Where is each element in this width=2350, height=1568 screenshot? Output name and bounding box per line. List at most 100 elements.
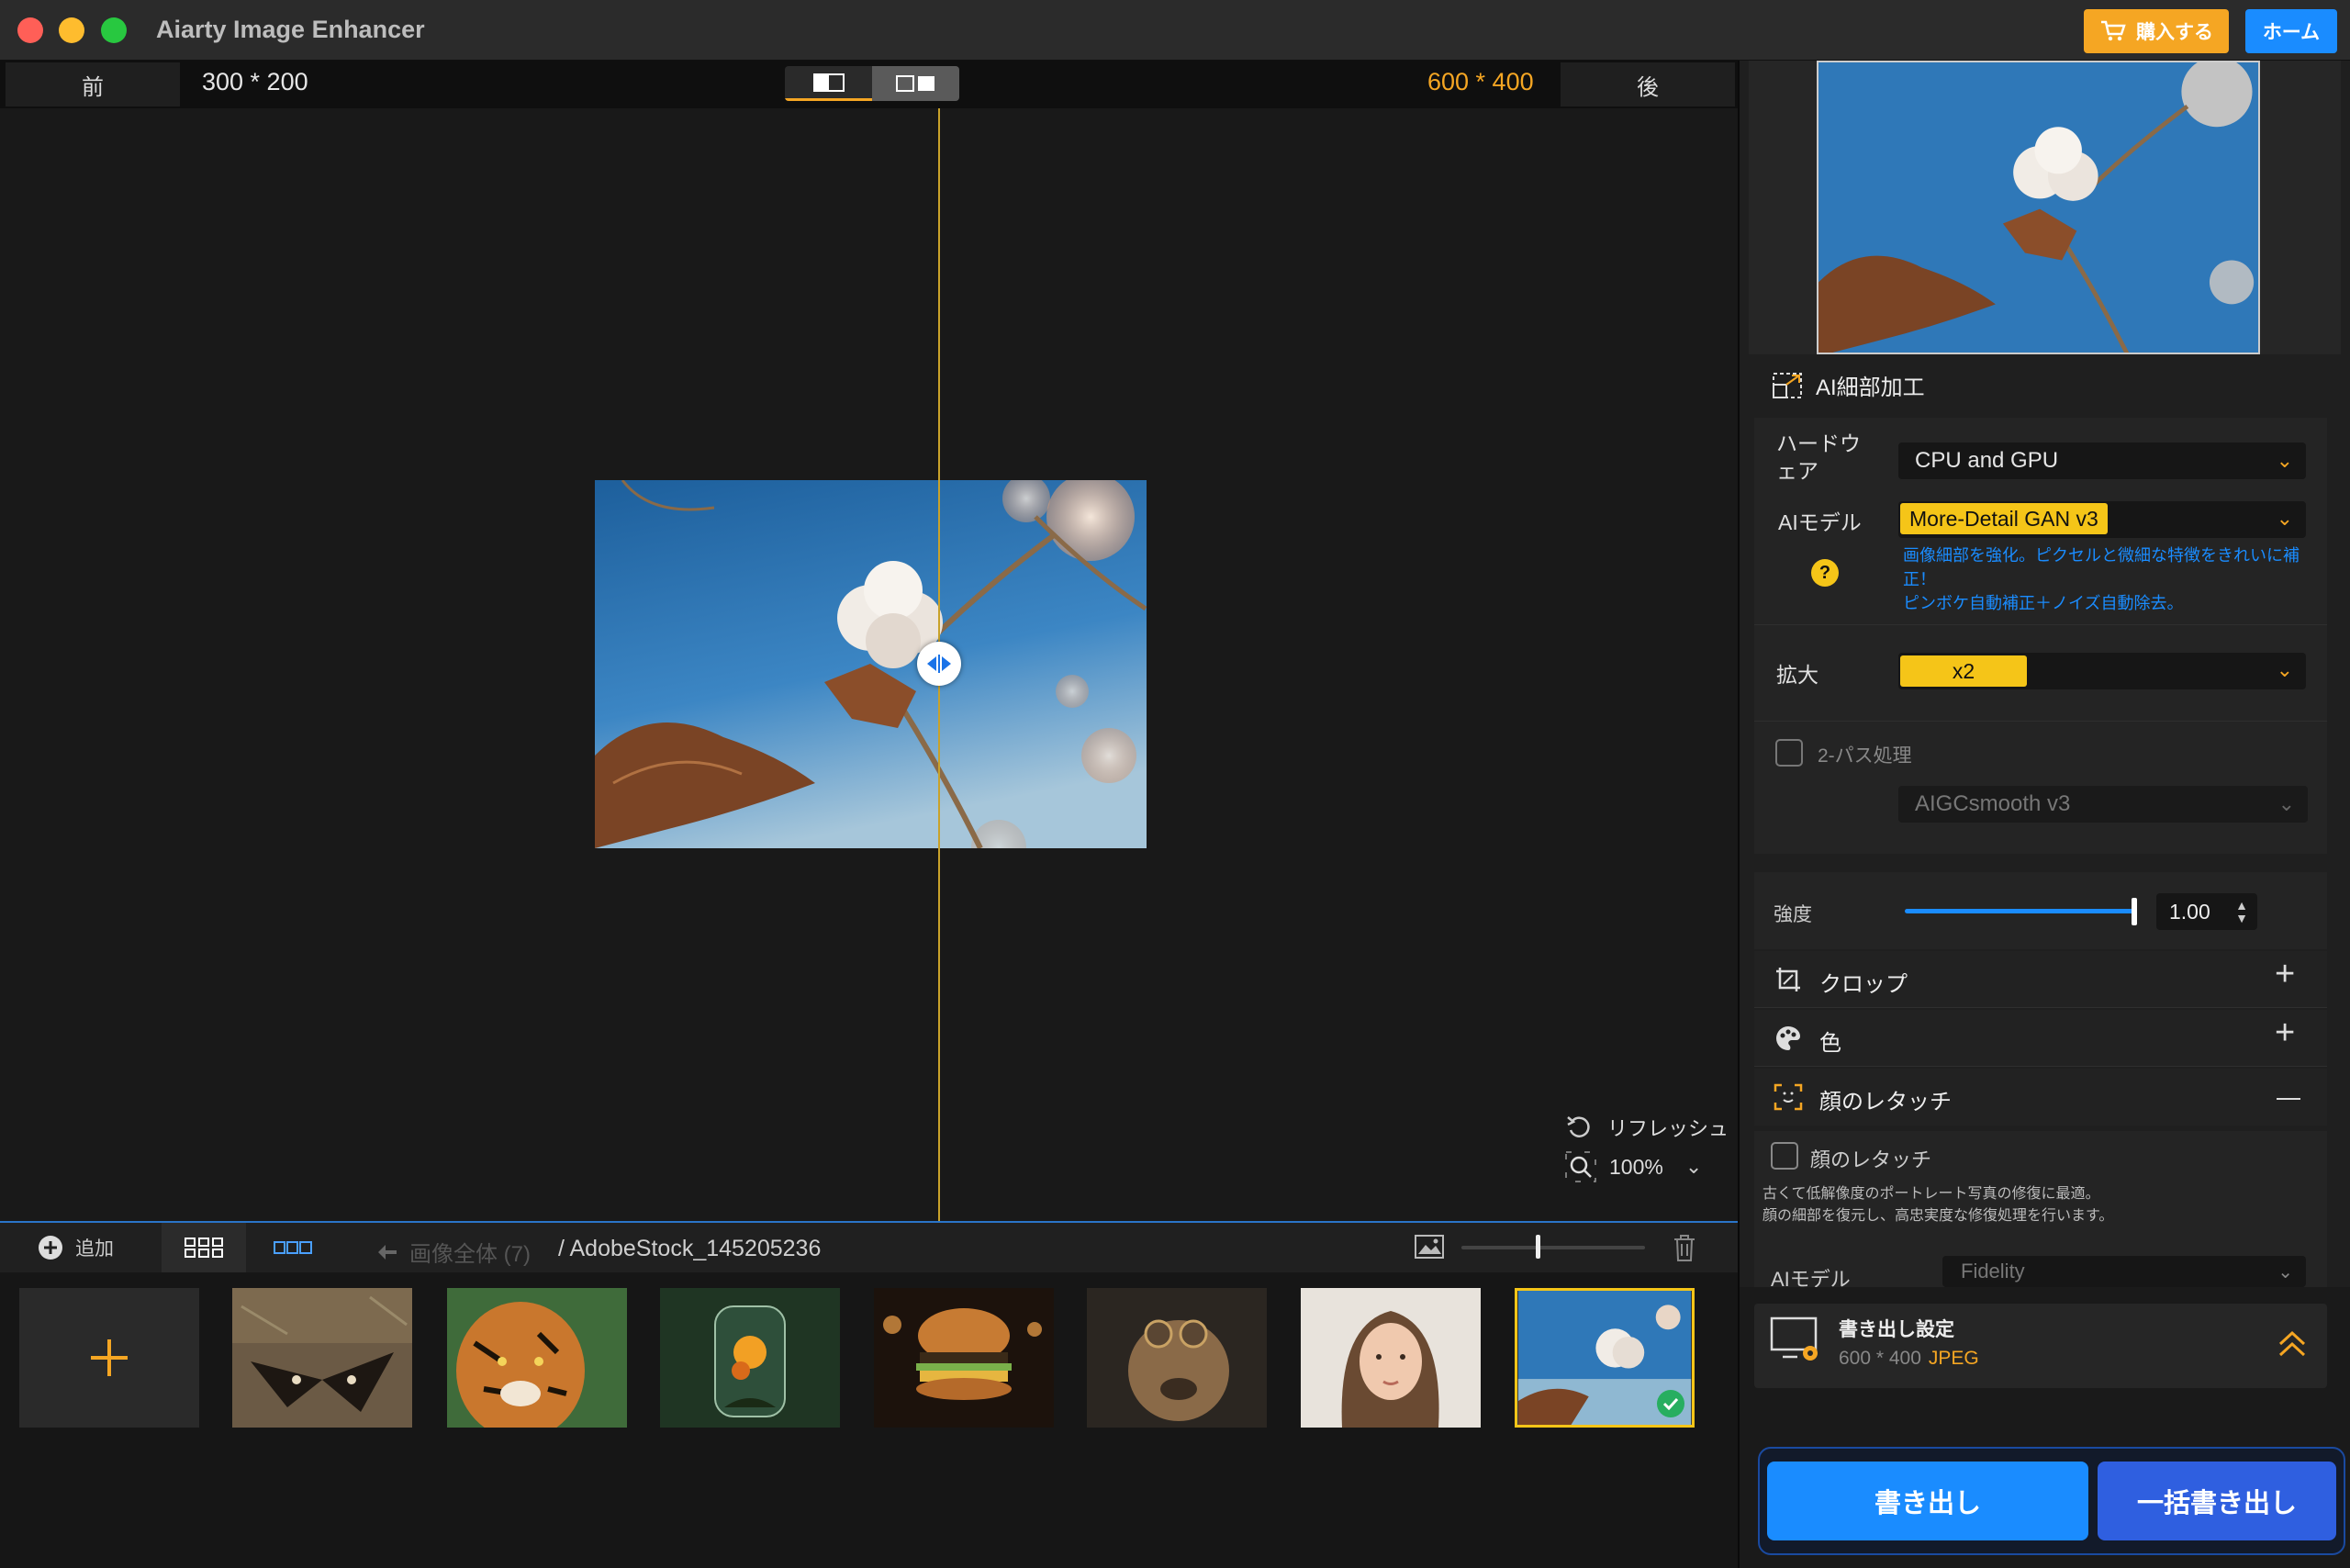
home-button[interactable]: ホーム	[2245, 9, 2337, 53]
two-pass-checkbox[interactable]	[1775, 739, 1803, 767]
buy-button[interactable]: 購入する	[2084, 9, 2229, 53]
ai-model-value: More-Detail GAN v3	[1900, 503, 2108, 534]
scale-select[interactable]: x2 ⌄	[1898, 653, 2306, 689]
ai-model-label: AIモデル	[1778, 510, 1862, 534]
expand-plus-icon[interactable]: +	[2275, 1014, 2295, 1053]
thumbnail-portrait[interactable]	[1301, 1288, 1481, 1428]
cotton-flower-image	[595, 480, 1147, 848]
batch-export-button[interactable]: 一括書き出し	[2098, 1462, 2336, 1540]
face-retouch-check-label: 顔のレタッチ	[1810, 1148, 1932, 1171]
trash-icon[interactable]	[1672, 1233, 1697, 1267]
ai-model-select[interactable]: More-Detail GAN v3 ⌄	[1898, 501, 2306, 538]
thumbnail-size-thumb[interactable]	[1536, 1235, 1540, 1259]
back-arrow-icon	[378, 1244, 397, 1260]
face-model-value: Fidelity	[1961, 1260, 2025, 1282]
after-tab[interactable]: 後	[1561, 62, 1735, 106]
export-format: JPEG	[1928, 1348, 1979, 1369]
add-button[interactable]: 追加	[37, 1234, 114, 1261]
two-pass-label: 2-パス処理	[1818, 745, 1912, 767]
crop-label: クロップ	[1819, 972, 1908, 997]
minimize-window-button[interactable]	[59, 17, 84, 43]
view-mode-toggle[interactable]	[785, 66, 959, 101]
crop-icon	[1774, 966, 1802, 998]
zoom-chevron-icon: ⌄	[1684, 1155, 1703, 1178]
after-dimensions: 600 * 400	[1427, 68, 1534, 95]
divider	[1754, 721, 2327, 722]
compare-handle[interactable]	[917, 642, 961, 686]
enhance-icon	[1773, 372, 1802, 398]
face-model-select[interactable]: Fidelity ⌄	[1942, 1256, 2306, 1287]
export-settings-title: 書き出し設定	[1839, 1319, 1954, 1340]
collapse-minus-icon[interactable]	[2277, 1098, 2300, 1100]
drag-arrows-icon	[927, 655, 951, 673]
app-title: Aiarty Image Enhancer	[156, 16, 425, 43]
refresh-control[interactable]: リフレッシュ	[1565, 1113, 1729, 1142]
buy-button-label: 購入する	[2136, 22, 2213, 43]
thumbnail-dog[interactable]	[1087, 1288, 1267, 1428]
hardware-select[interactable]: CPU and GPU ⌄	[1898, 442, 2306, 479]
add-circle-icon	[39, 1236, 62, 1260]
preview-image	[595, 480, 1147, 848]
strip-view-icon	[274, 1241, 312, 1254]
strength-stepper[interactable]: 1.00 ▲ ▼	[2156, 893, 2257, 930]
thumbnail-tiger[interactable]	[447, 1288, 627, 1428]
grid-view-button[interactable]	[162, 1223, 246, 1272]
refresh-icon	[1567, 1116, 1590, 1137]
grid-view-icon	[185, 1238, 223, 1258]
chevron-up-double-icon[interactable]	[2277, 1329, 2308, 1363]
hardware-value: CPU and GPU	[1915, 448, 2059, 473]
navigator-thumbnail[interactable]	[1817, 61, 2260, 354]
thumbnail-cotton-selected[interactable]	[1515, 1288, 1695, 1428]
ai-model-desc-line1: 画像細部を強化。ピクセルと微細な特徴をきれいに補正！	[1903, 546, 2300, 588]
thumbnail-terrarium[interactable]	[660, 1288, 840, 1428]
split-view-button[interactable]	[785, 66, 872, 101]
scale-label: 拡大	[1776, 663, 1818, 687]
zoom-control[interactable]: 100% ⌄	[1565, 1151, 1702, 1182]
add-label: 追加	[75, 1238, 114, 1260]
ai-detail-title: AI細部加工	[1816, 375, 1925, 400]
two-pass-model-value: AIGCsmooth v3	[1915, 791, 2071, 816]
help-icon[interactable]: ?	[1811, 559, 1839, 587]
strength-slider[interactable]	[1905, 909, 2136, 913]
thumbnail-size-slider[interactable]	[1461, 1246, 1645, 1249]
chevron-down-icon: ⌄	[2277, 792, 2295, 815]
face-scan-icon	[1774, 1083, 1803, 1115]
before-tab[interactable]: 前	[6, 62, 180, 106]
strength-label: 強度	[1774, 904, 1812, 925]
face-desc-line2: 顔の細部を復元し、高忠実度な修復処理を行います。	[1762, 1208, 2114, 1224]
export-settings-summary: 600 * 400 JPEG	[1839, 1348, 1979, 1370]
side-by-side-icon	[895, 75, 934, 92]
ai-detail-header: AI細部加工	[1772, 369, 1925, 401]
before-dimensions: 300 * 200	[202, 68, 308, 95]
hardware-label: ハードウェア	[1776, 431, 1861, 483]
ai-model-desc-line2: ピンボケ自動補正＋ノイズ自動除去。	[1903, 594, 2184, 612]
expand-plus-icon[interactable]: +	[2275, 955, 2295, 994]
export-button[interactable]: 書き出し	[1767, 1462, 2088, 1540]
stepper-arrows-icon[interactable]: ▲ ▼	[2235, 899, 2248, 924]
strip-view-button[interactable]	[257, 1223, 329, 1272]
two-pass-model-select[interactable]: AIGCsmooth v3 ⌄	[1898, 786, 2308, 823]
thumbnail-butterfly[interactable]	[232, 1288, 412, 1428]
close-window-button[interactable]	[17, 17, 43, 43]
refresh-label: リフレッシュ	[1607, 1117, 1729, 1140]
thumbnail-burger[interactable]	[874, 1288, 1054, 1428]
cart-icon	[2101, 20, 2126, 41]
plus-icon	[91, 1339, 128, 1376]
scale-value: x2	[1900, 655, 2027, 687]
face-desc-line1: 古くて低解像度のポートレート写真の修復に最適。	[1762, 1186, 2100, 1202]
thumbnail-size-icon[interactable]	[1414, 1234, 1445, 1264]
strength-slider-thumb[interactable]	[2132, 898, 2137, 925]
chevron-down-icon: ⌄	[2276, 507, 2293, 530]
side-by-side-button[interactable]	[872, 66, 959, 101]
export-dimensions: 600 * 400	[1839, 1348, 1921, 1369]
zoom-window-button[interactable]	[101, 17, 127, 43]
add-image-tile[interactable]	[19, 1288, 199, 1428]
face-retouch-description: 古くて低解像度のポートレート写真の修復に最適。 顔の細部を復元し、高忠実度な修復…	[1762, 1183, 2113, 1227]
palette-icon	[1774, 1025, 1802, 1057]
color-label: 色	[1819, 1031, 1841, 1056]
all-images-back[interactable]: 画像全体 (7)	[376, 1236, 531, 1268]
chevron-down-icon: ⌄	[2276, 658, 2293, 681]
divider	[1754, 624, 2327, 625]
chevron-down-icon: ⌄	[2277, 1261, 2293, 1282]
face-retouch-checkbox[interactable]	[1771, 1142, 1798, 1170]
